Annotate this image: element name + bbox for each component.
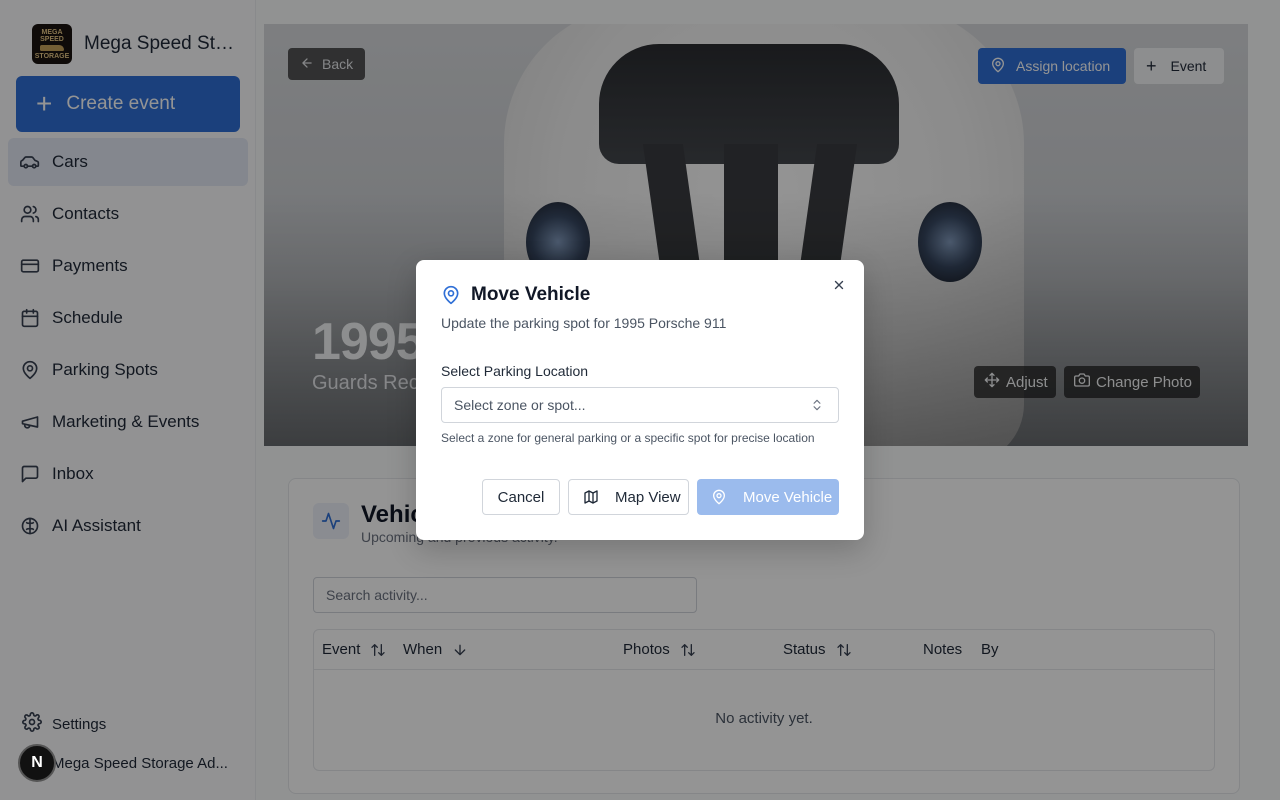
map-pin-icon bbox=[441, 285, 461, 305]
close-icon bbox=[834, 280, 844, 290]
cancel-button[interactable]: Cancel bbox=[482, 479, 560, 515]
parking-location-label: Select Parking Location bbox=[441, 363, 589, 379]
move-vehicle-button[interactable]: Move Vehicle bbox=[697, 479, 839, 515]
map-view-label: Map View bbox=[615, 488, 681, 506]
avatar: N bbox=[18, 744, 56, 782]
dialog-title-text: Move Vehicle bbox=[471, 284, 591, 305]
dialog-description: Update the parking spot for 1995 Porsche… bbox=[441, 315, 727, 331]
parking-location-help: Select a zone for general parking or a s… bbox=[441, 431, 815, 445]
chevrons-up-down-icon bbox=[810, 397, 824, 413]
close-button[interactable] bbox=[830, 276, 848, 294]
map-icon bbox=[583, 489, 599, 505]
cancel-label: Cancel bbox=[497, 488, 545, 506]
move-vehicle-label: Move Vehicle bbox=[743, 488, 833, 506]
dialog-title: Move Vehicle bbox=[441, 284, 590, 306]
parking-location-select[interactable]: Select zone or spot... bbox=[441, 387, 839, 423]
select-placeholder: Select zone or spot... bbox=[454, 397, 586, 413]
move-vehicle-dialog: Move Vehicle Update the parking spot for… bbox=[416, 260, 864, 540]
map-pin-icon bbox=[711, 489, 727, 505]
map-view-button[interactable]: Map View bbox=[568, 479, 689, 515]
